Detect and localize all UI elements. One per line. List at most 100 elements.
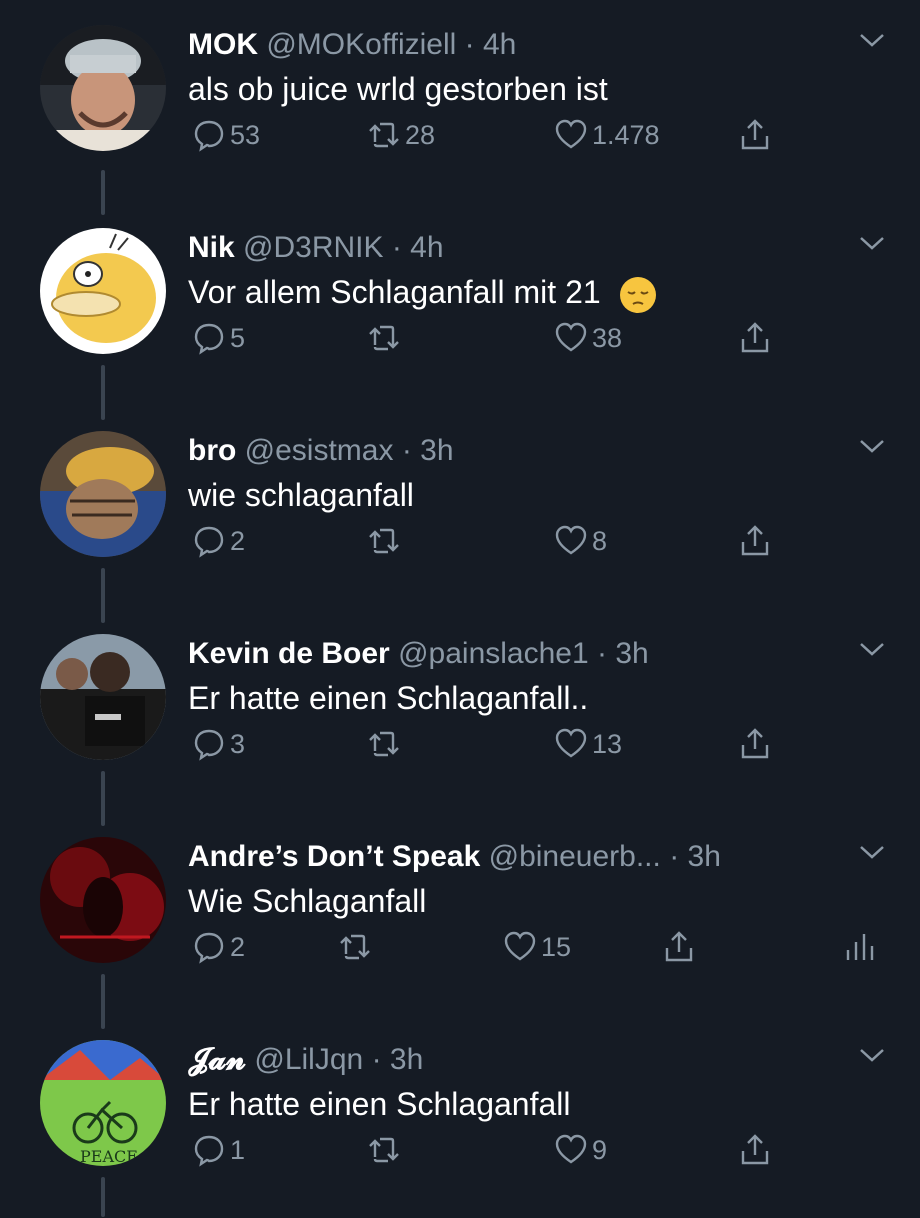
reply-button[interactable]: 2 — [192, 922, 245, 972]
reply-button[interactable]: 5 — [192, 313, 245, 363]
like-count: 15 — [541, 931, 572, 962]
tweet[interactable]: bro @esistmax · 3h wie schlaganfall 2 8 — [0, 406, 920, 623]
tweet-header: 𝓙𝓪𝓷 @LilJqn · 3h — [188, 1043, 884, 1077]
tweet-actions: 3 13 — [0, 719, 920, 769]
heart-icon — [555, 728, 587, 758]
reply-icon — [194, 323, 224, 355]
share-icon — [665, 931, 693, 962]
reply-count: 2 — [230, 525, 246, 556]
like-count: 8 — [592, 525, 608, 556]
share-icon — [741, 119, 769, 150]
share-button[interactable] — [738, 719, 776, 769]
like-count: 13 — [592, 728, 623, 759]
like-button[interactable]: 9 — [554, 1125, 607, 1175]
handle[interactable]: @LilJqn — [254, 1043, 363, 1076]
chevron-down-icon[interactable] — [858, 639, 886, 659]
handle[interactable]: @D3RNIK — [243, 231, 383, 264]
retweet-icon — [340, 934, 370, 960]
retweet-icon — [369, 325, 399, 351]
retweet-button[interactable] — [367, 313, 405, 363]
retweet-icon — [369, 1137, 399, 1163]
tweet-header: Andre’s Don’t Speak @bineuerb... · 3h — [188, 840, 884, 874]
timestamp[interactable]: · 3h — [669, 840, 721, 873]
tweet[interactable]: PEACE 𝓙𝓪𝓷 @LilJqn · 3h Er hatte einen Sc… — [0, 1015, 920, 1218]
reply-button[interactable]: 53 — [192, 110, 260, 160]
display-name[interactable]: MOK — [188, 28, 258, 61]
reply-count: 1 — [230, 1134, 246, 1165]
like-button[interactable]: 8 — [554, 516, 607, 566]
reply-icon — [194, 1135, 224, 1167]
chevron-down-icon[interactable] — [858, 30, 886, 50]
display-name[interactable]: 𝓙𝓪𝓷 — [188, 1043, 246, 1076]
pensive-face-icon — [619, 276, 656, 313]
reply-icon — [194, 120, 224, 152]
like-count: 1.478 — [592, 119, 660, 150]
chevron-down-icon[interactable] — [858, 842, 886, 862]
display-name[interactable]: Nik — [188, 231, 235, 264]
like-count: 38 — [592, 322, 623, 353]
handle[interactable]: @MOKoffiziell — [266, 28, 456, 61]
timestamp[interactable]: · 3h — [597, 637, 649, 670]
tweet-text: Er hatte einen Schlaganfall — [188, 1086, 571, 1122]
reply-button[interactable]: 3 — [192, 719, 245, 769]
chevron-down-icon[interactable] — [858, 1045, 886, 1065]
chevron-down-icon[interactable] — [858, 436, 886, 456]
retweet-count: 28 — [405, 119, 436, 150]
retweet-icon — [369, 122, 399, 148]
share-icon — [741, 322, 769, 353]
retweet-icon — [369, 528, 399, 554]
tweet-actions: 5 38 — [0, 313, 920, 363]
share-button[interactable] — [738, 1125, 776, 1175]
analytics-icon — [846, 934, 874, 960]
like-button[interactable]: 15 — [503, 922, 571, 972]
handle[interactable]: @esistmax — [245, 434, 394, 467]
retweet-button[interactable] — [338, 922, 376, 972]
like-button[interactable]: 1.478 — [554, 110, 660, 160]
tweet-actions: 2 8 — [0, 516, 920, 566]
chevron-down-icon[interactable] — [858, 233, 886, 253]
like-button[interactable]: 13 — [554, 719, 622, 769]
tweet-text: Er hatte einen Schlaganfall.. — [188, 680, 589, 716]
reply-icon — [194, 729, 224, 761]
reply-button[interactable]: 1 — [192, 1125, 245, 1175]
share-icon — [741, 1134, 769, 1165]
retweet-icon — [369, 731, 399, 757]
timestamp[interactable]: · 4h — [392, 231, 444, 264]
retweet-button[interactable]: 28 — [367, 110, 435, 160]
heart-icon — [504, 931, 536, 961]
reply-button[interactable]: 2 — [192, 516, 245, 566]
share-icon — [741, 728, 769, 759]
share-button[interactable] — [738, 313, 776, 363]
tweet[interactable]: Andre’s Don’t Speak @bineuerb... · 3h Wi… — [0, 812, 920, 1029]
timestamp[interactable]: · 3h — [402, 434, 454, 467]
reply-count: 53 — [230, 119, 261, 150]
tweet-actions: 53 28 1.478 — [0, 110, 920, 160]
tweet-actions: 1 9 — [0, 1125, 920, 1175]
retweet-button[interactable] — [367, 719, 405, 769]
thread-line — [101, 1177, 105, 1217]
display-name[interactable]: Kevin de Boer — [188, 637, 390, 670]
tweet-text: als ob juice wrld gestorben ist — [188, 71, 608, 107]
share-icon — [741, 525, 769, 556]
timestamp[interactable]: · 4h — [465, 28, 517, 61]
retweet-button[interactable] — [367, 516, 405, 566]
tweet-text: Vor allem Schlaganfall mit 21 — [188, 274, 601, 310]
share-button[interactable] — [662, 922, 700, 972]
display-name[interactable]: bro — [188, 434, 236, 467]
timestamp[interactable]: · 3h — [372, 1043, 424, 1076]
heart-icon — [555, 119, 587, 149]
like-count: 9 — [592, 1134, 608, 1165]
reply-icon — [194, 526, 224, 558]
analytics-button[interactable] — [842, 922, 880, 972]
share-button[interactable] — [738, 516, 776, 566]
like-button[interactable]: 38 — [554, 313, 622, 363]
tweet-actions: 2 15 — [0, 922, 920, 972]
handle[interactable]: @bineuerb... — [489, 840, 661, 873]
tweet[interactable]: MOK @MOKoffiziell · 4h als ob juice wrld… — [0, 0, 920, 215]
tweet[interactable]: Nik @D3RNIK · 4h Vor allem Schlaganfall … — [0, 203, 920, 420]
tweet[interactable]: Kevin de Boer @painslache1 · 3h Er hatte… — [0, 609, 920, 826]
display-name[interactable]: Andre’s Don’t Speak — [188, 840, 480, 873]
handle[interactable]: @painslache1 — [398, 637, 589, 670]
retweet-button[interactable] — [367, 1125, 405, 1175]
share-button[interactable] — [738, 110, 776, 160]
